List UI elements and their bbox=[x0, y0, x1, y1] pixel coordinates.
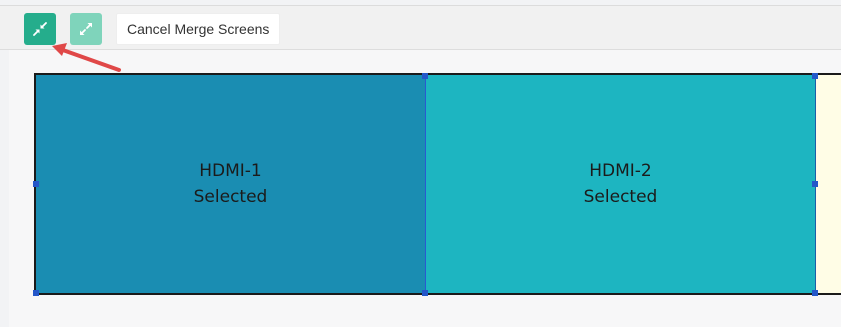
resize-handle[interactable] bbox=[33, 290, 39, 296]
screen-status: Selected bbox=[193, 187, 268, 207]
screen-3[interactable] bbox=[816, 73, 841, 295]
resize-handle[interactable] bbox=[812, 290, 818, 296]
expand-arrows-icon bbox=[79, 22, 93, 36]
screen-status: Selected bbox=[583, 187, 658, 207]
resize-handle[interactable] bbox=[33, 181, 39, 187]
red-pointer-arrow-icon bbox=[52, 43, 121, 72]
cancel-merge-screens-button[interactable]: Cancel Merge Screens bbox=[116, 13, 281, 45]
compress-arrows-icon bbox=[33, 22, 47, 36]
screen-hdmi-2[interactable]: HDMI-2 Selected bbox=[426, 73, 816, 295]
resize-handle[interactable] bbox=[812, 73, 818, 79]
page: Cancel Merge Screens HDMI-1 Selected HDM… bbox=[0, 0, 841, 327]
resize-handle[interactable] bbox=[812, 181, 818, 187]
resize-handle[interactable] bbox=[422, 290, 428, 296]
screen-name: HDMI-2 bbox=[589, 161, 652, 181]
resize-handle[interactable] bbox=[422, 73, 428, 79]
screen-hdmi-1[interactable]: HDMI-1 Selected bbox=[34, 73, 426, 295]
screen-wall: HDMI-1 Selected HDMI-2 Selected bbox=[33, 73, 841, 296]
screen-name: HDMI-1 bbox=[199, 161, 262, 181]
